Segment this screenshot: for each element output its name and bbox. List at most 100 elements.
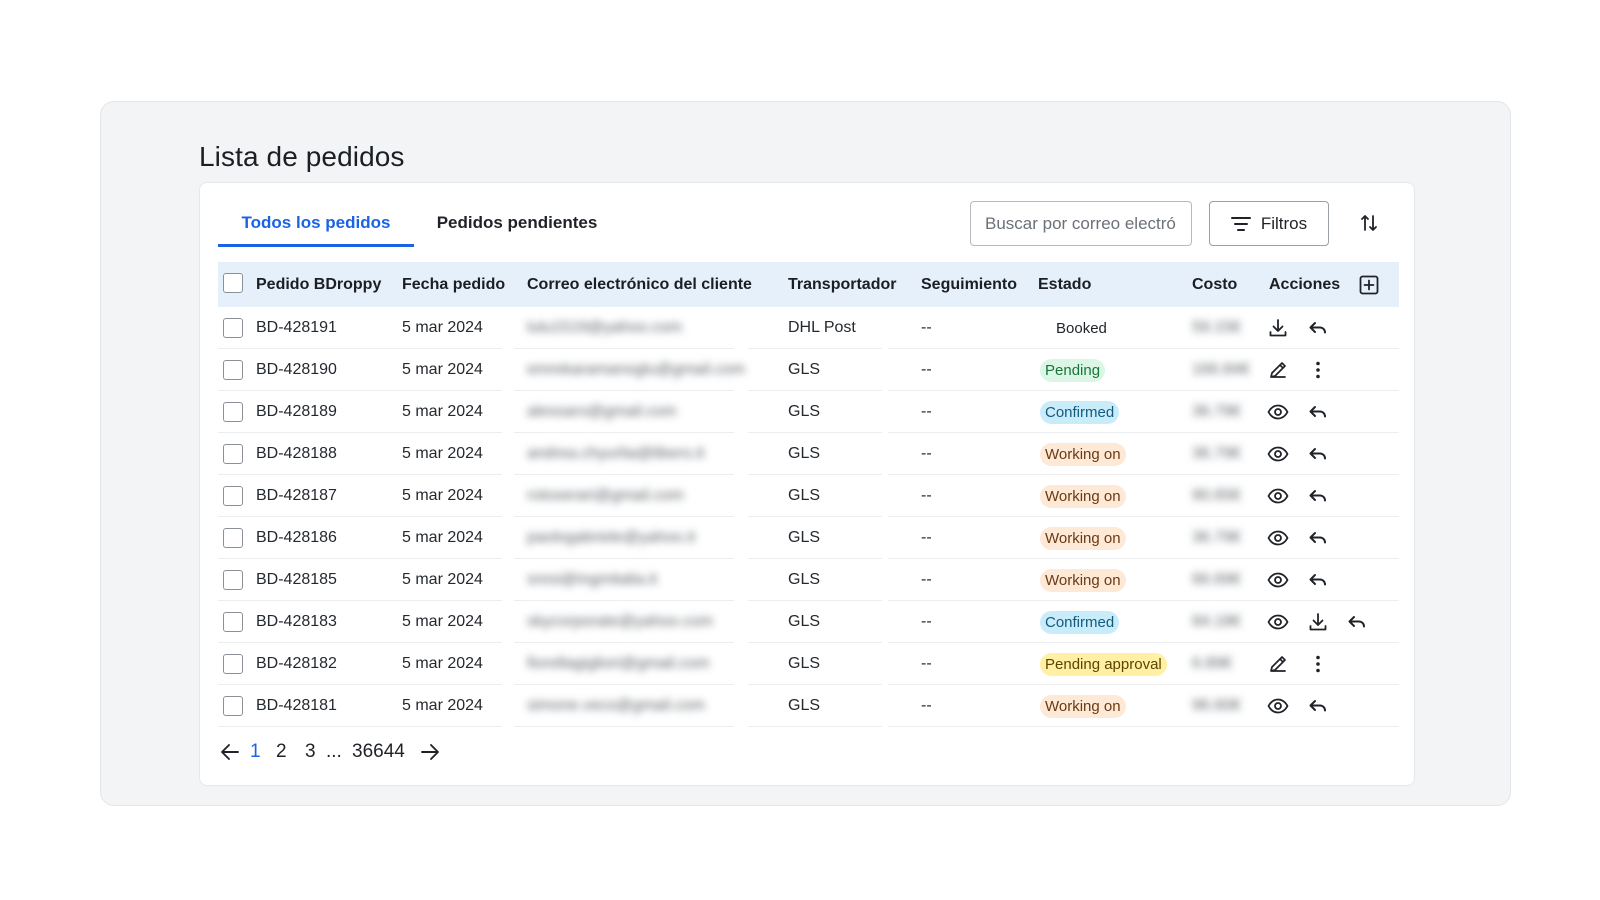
page-1[interactable]: 1 bbox=[250, 738, 261, 766]
undo-icon bbox=[1307, 527, 1329, 549]
undo-button[interactable] bbox=[1306, 400, 1330, 424]
carrier-cell: GLS bbox=[788, 697, 821, 714]
customer-email-cell: andrea.chyurlia@libero.it bbox=[527, 445, 705, 462]
carrier-cell: GLS bbox=[788, 487, 821, 504]
order-id-cell: BD-428181 bbox=[256, 697, 337, 714]
order-date-cell: 5 mar 2024 bbox=[402, 655, 483, 672]
sort-button[interactable] bbox=[1356, 210, 1382, 236]
eye-icon bbox=[1267, 527, 1289, 549]
page-last[interactable]: 36644 bbox=[352, 738, 405, 766]
undo-icon bbox=[1307, 443, 1329, 465]
page-3[interactable]: 3 bbox=[305, 738, 316, 766]
table-row: BD-428185 5 mar 2024 sresi@ingmitalia.it GL… bbox=[218, 559, 1399, 601]
row-checkbox[interactable] bbox=[223, 570, 243, 590]
download-button[interactable] bbox=[1266, 316, 1290, 340]
eye-button[interactable] bbox=[1266, 442, 1290, 466]
select-all-checkbox[interactable] bbox=[223, 273, 243, 293]
cost-cell: 36.79€ bbox=[1192, 445, 1241, 462]
order-date-cell: 5 mar 2024 bbox=[402, 613, 483, 630]
status-badge: Confirmed bbox=[1040, 611, 1120, 634]
undo-button[interactable] bbox=[1306, 442, 1330, 466]
row-checkbox[interactable] bbox=[223, 654, 243, 674]
carrier-cell: GLS bbox=[788, 529, 821, 546]
tracking-cell: -- bbox=[921, 613, 932, 630]
row-checkbox[interactable] bbox=[223, 402, 243, 422]
status-badge: Pending bbox=[1040, 359, 1106, 382]
table-row: BD-428187 5 mar 2024 rotoserari@gmail.com G… bbox=[218, 475, 1399, 517]
order-id-cell: BD-428191 bbox=[256, 319, 337, 336]
column-header-status[interactable]: Estado bbox=[1038, 262, 1091, 307]
row-checkbox[interactable] bbox=[223, 486, 243, 506]
column-header-tracking[interactable]: Seguimiento bbox=[921, 262, 1017, 307]
undo-button[interactable] bbox=[1306, 484, 1330, 508]
eye-button[interactable] bbox=[1266, 526, 1290, 550]
undo-button[interactable] bbox=[1306, 316, 1330, 340]
cost-cell: 66.69€ bbox=[1192, 571, 1241, 588]
cost-cell: 166.84€ bbox=[1192, 361, 1250, 378]
customer-email-cell: paologabriele@yahoo.it bbox=[527, 529, 696, 546]
prev-page-button[interactable] bbox=[218, 740, 242, 764]
filters-button[interactable]: Filtros bbox=[1209, 201, 1329, 246]
undo-icon bbox=[1307, 401, 1329, 423]
tracking-cell: -- bbox=[921, 487, 932, 504]
more-vertical-button[interactable] bbox=[1306, 652, 1330, 676]
order-id-cell: BD-428186 bbox=[256, 529, 337, 546]
edit-button[interactable] bbox=[1266, 358, 1290, 382]
row-checkbox[interactable] bbox=[223, 696, 243, 716]
status-badge: Working on bbox=[1040, 485, 1126, 508]
customer-email-cell: sresi@ingmitalia.it bbox=[527, 571, 658, 588]
undo-button[interactable] bbox=[1345, 610, 1369, 634]
eye-button[interactable] bbox=[1266, 400, 1290, 424]
cost-cell: 6.89€ bbox=[1192, 655, 1233, 672]
order-id-cell: BD-428187 bbox=[256, 487, 337, 504]
column-header-cost[interactable]: Costo bbox=[1192, 262, 1237, 307]
download-button[interactable] bbox=[1306, 610, 1330, 634]
row-checkbox[interactable] bbox=[223, 528, 243, 548]
tracking-cell: -- bbox=[921, 529, 932, 546]
row-checkbox[interactable] bbox=[223, 360, 243, 380]
eye-button[interactable] bbox=[1266, 610, 1290, 634]
carrier-cell: DHL Post bbox=[788, 319, 856, 336]
undo-button[interactable] bbox=[1306, 526, 1330, 550]
undo-button[interactable] bbox=[1306, 694, 1330, 718]
table-row: BD-428191 5 mar 2024 lulu1519@yahoo.com DHL… bbox=[218, 307, 1399, 349]
eye-button[interactable] bbox=[1266, 484, 1290, 508]
tab-all-orders[interactable]: Todos los pedidos bbox=[218, 213, 414, 247]
column-header-date[interactable]: Fecha pedido bbox=[402, 262, 505, 307]
more-vertical-button[interactable] bbox=[1306, 358, 1330, 382]
column-header-carrier[interactable]: Transportador bbox=[788, 262, 896, 307]
status-badge: Pending approval bbox=[1040, 653, 1167, 676]
undo-icon bbox=[1307, 569, 1329, 591]
column-header-email[interactable]: Correo electrónico del cliente bbox=[527, 262, 752, 307]
eye-icon bbox=[1267, 611, 1289, 633]
customer-email-cell: alessaro@gmail.com bbox=[527, 403, 677, 420]
order-id-cell: BD-428185 bbox=[256, 571, 337, 588]
carrier-cell: GLS bbox=[788, 403, 821, 420]
add-column-button[interactable] bbox=[1357, 273, 1381, 297]
edit-button[interactable] bbox=[1266, 652, 1290, 676]
row-checkbox[interactable] bbox=[223, 444, 243, 464]
page-2[interactable]: 2 bbox=[276, 738, 287, 766]
order-id-cell: BD-428190 bbox=[256, 361, 337, 378]
row-checkbox[interactable] bbox=[223, 318, 243, 338]
tracking-cell: -- bbox=[921, 319, 932, 336]
search-input[interactable] bbox=[970, 201, 1192, 246]
table-row: BD-428189 5 mar 2024 alessaro@gmail.com GLS… bbox=[218, 391, 1399, 433]
column-header-order[interactable]: Pedido BDroppy bbox=[256, 262, 381, 307]
row-checkbox[interactable] bbox=[223, 612, 243, 632]
more-vertical-icon bbox=[1307, 359, 1329, 381]
customer-email-cell: emrekaramanoglu@gmail.com bbox=[527, 361, 746, 378]
next-page-button[interactable] bbox=[418, 740, 442, 764]
eye-button[interactable] bbox=[1266, 694, 1290, 718]
eye-button[interactable] bbox=[1266, 568, 1290, 592]
status-badge: Working on bbox=[1040, 569, 1126, 592]
table-row: BD-428182 5 mar 2024 fiorellagigliori@gmai… bbox=[218, 643, 1399, 685]
carrier-cell: GLS bbox=[788, 613, 821, 630]
tab-pending-orders[interactable]: Pedidos pendientes bbox=[426, 213, 608, 247]
table-row: BD-428188 5 mar 2024 andrea.chyurlia@liber… bbox=[218, 433, 1399, 475]
undo-button[interactable] bbox=[1306, 568, 1330, 592]
download-icon bbox=[1267, 317, 1289, 339]
arrow-left-icon bbox=[220, 743, 240, 761]
pagination-ellipsis: ... bbox=[326, 741, 342, 762]
undo-icon bbox=[1307, 317, 1329, 339]
